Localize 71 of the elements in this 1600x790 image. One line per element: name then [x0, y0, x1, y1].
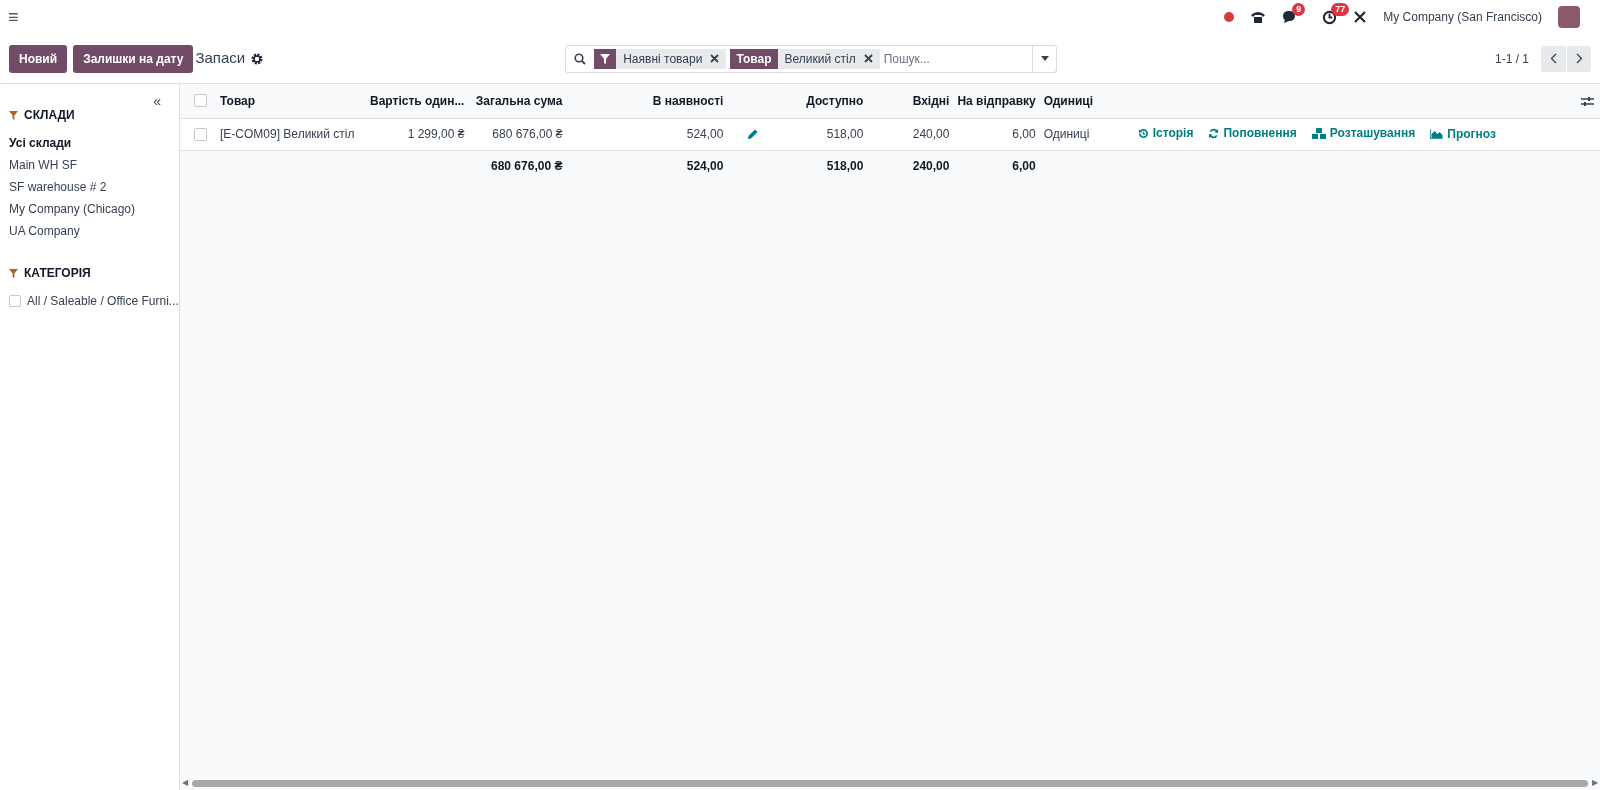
user-avatar[interactable]	[1558, 6, 1580, 28]
column-header[interactable]: Вартість один...	[366, 84, 469, 118]
column-header[interactable]: Товар	[216, 84, 366, 118]
sidebar-item[interactable]: SF warehouse # 2	[9, 176, 170, 198]
column-header[interactable]: На відправку	[953, 84, 1040, 118]
page-title: Запаси	[195, 48, 246, 69]
checkbox[interactable]	[9, 295, 21, 307]
collapse-sidebar-icon[interactable]: «	[153, 94, 161, 108]
total-cell: 518,00	[826, 159, 864, 174]
pager-value[interactable]: 1-1 / 1	[1494, 49, 1529, 68]
row-action-button[interactable]: Поповнення	[1208, 124, 1297, 142]
search-field[interactable]: Пошук...	[879, 49, 1033, 68]
horizontal-scrollbar[interactable]	[192, 779, 1588, 787]
select-all-checkbox[interactable]	[194, 94, 207, 108]
row-action-button[interactable]: Історія	[1137, 124, 1194, 142]
filter-icon	[9, 110, 18, 120]
filter-icon	[600, 53, 611, 64]
table-cell: 524,00	[686, 127, 724, 141]
total-cell: 680 676,00 ₴	[491, 159, 563, 174]
notification-badge: 9	[1292, 3, 1306, 16]
company-switcher[interactable]: My Company (San Francisco)	[1383, 8, 1542, 26]
table-cell: 1 299,00 ₴	[407, 127, 465, 141]
column-settings-icon[interactable]	[1581, 96, 1594, 108]
sidebar-item[interactable]: My Company (Chicago)	[9, 198, 170, 220]
sidebar-item[interactable]: Усі склади	[9, 132, 170, 154]
total-cell: 6,00	[1012, 159, 1036, 174]
caret-icon	[1040, 56, 1049, 61]
area-chart-icon	[1430, 128, 1444, 139]
row-action-button[interactable]: Прогноз	[1430, 124, 1496, 143]
search-facet[interactable]: Великий стіл	[777, 48, 880, 69]
scroll-right-icon[interactable]: ▶	[1592, 777, 1598, 789]
history-icon	[1137, 127, 1149, 139]
row-action-button[interactable]: Розташування	[1311, 124, 1416, 142]
scroll-left-icon[interactable]: ◀	[182, 777, 188, 789]
phone-icon[interactable]	[1250, 10, 1267, 24]
section-title: СКЛАДИ	[24, 107, 75, 124]
refresh-icon	[1208, 127, 1220, 139]
column-header[interactable]: Одиниці	[1039, 84, 1110, 118]
table-cell: 6,00	[1012, 127, 1036, 141]
settings-icon[interactable]	[251, 52, 264, 65]
close-icon[interactable]	[710, 54, 720, 63]
table-row[interactable]: [E-COM09] Великий стіл 1 299,00 ₴ 680 676,00 ₴ 524,00 518,00 240,00 6,00 Одиниці Історія Поповнення Розташування Прогноз	[180, 118, 1600, 150]
column-header[interactable]: Загальна сума	[468, 84, 567, 118]
chevron-right-icon	[1575, 53, 1583, 64]
table-cell: 240,00	[912, 127, 950, 141]
total-cell: 524,00	[686, 159, 724, 174]
filter-icon	[9, 268, 18, 278]
category-label[interactable]: All / Saleable / Office Furni...	[27, 292, 179, 310]
chevron-left-icon	[1550, 53, 1557, 64]
toolbar-button[interactable]: Залишки на дату	[73, 44, 194, 73]
toolbar-button[interactable]: Новий	[9, 44, 68, 73]
total-cell: 240,00	[912, 159, 950, 174]
close-icon[interactable]	[863, 54, 873, 63]
facet-label: Товар	[730, 48, 778, 69]
search-facet[interactable]: Наявні товари	[616, 48, 727, 69]
table-cell: [E-COM09] Великий стіл	[220, 127, 355, 141]
sidebar-item[interactable]: Main WH SF	[9, 154, 170, 176]
column-header[interactable]: Вхідні	[867, 84, 954, 118]
table-cell: 680 676,00 ₴	[492, 127, 563, 141]
column-header[interactable]: В наявності	[566, 84, 728, 118]
cubes-icon	[1311, 127, 1326, 139]
sidebar-item[interactable]: UA Company	[9, 220, 170, 242]
row-checkbox[interactable]	[194, 127, 207, 141]
notification-badge: 77	[1331, 2, 1350, 16]
menu-icon[interactable]: ≡	[8, 8, 19, 26]
section-title: КАТЕГОРІЯ	[24, 265, 91, 282]
table-cell: Одиниці	[1043, 127, 1090, 141]
pencil-icon[interactable]	[747, 129, 759, 141]
column-header[interactable]: Доступно	[727, 84, 868, 118]
search-icon	[574, 52, 587, 65]
table-cell-text: 518,00	[826, 126, 864, 143]
